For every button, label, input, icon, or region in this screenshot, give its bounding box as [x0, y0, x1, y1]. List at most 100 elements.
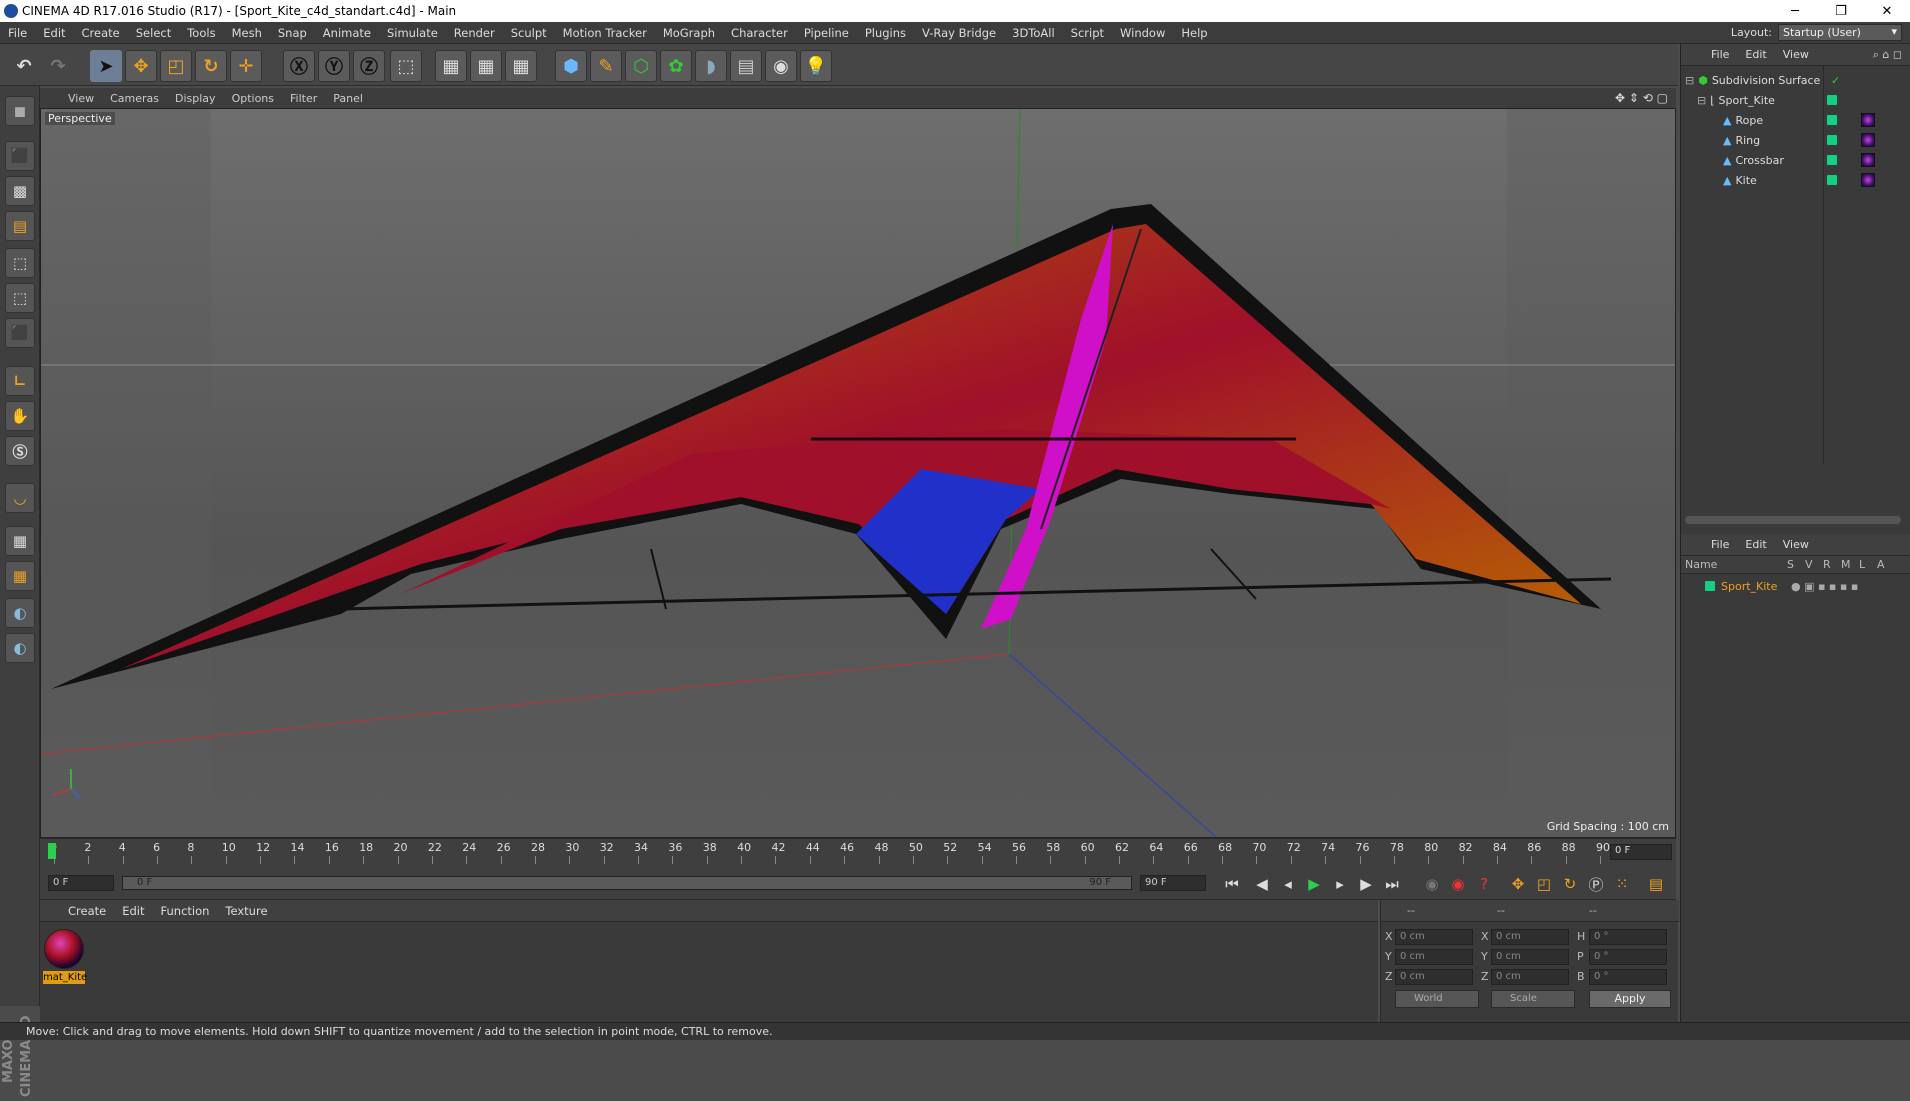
select-arrow-icon[interactable]: ➤ [90, 50, 122, 82]
menu-window[interactable]: Window [1112, 26, 1173, 40]
perspective-viewport[interactable]: Perspective Grid Spacing : 100 cm [40, 108, 1676, 838]
material-menu-texture[interactable]: Texture [217, 904, 275, 918]
material-swatch[interactable]: mat_Kite [43, 928, 87, 986]
menu-script[interactable]: Script [1063, 26, 1112, 40]
attribute-menu-file[interactable]: File [1703, 538, 1737, 551]
render-settings-icon[interactable]: ▦ [505, 50, 537, 82]
object-row-subdivision-surface[interactable]: ⊟ ⬢ Subdivision Surface ✓ [1681, 70, 1910, 90]
texture-mode-icon[interactable]: ▩ [5, 176, 35, 206]
minimize-icon[interactable]: ─ [1772, 0, 1818, 22]
make-editable-icon[interactable]: ◼ [5, 96, 35, 126]
key-scale-icon[interactable]: ◰ [1532, 872, 1556, 896]
rotation-p-field[interactable]: 0 ° [1589, 949, 1667, 965]
playhead-marker[interactable] [48, 843, 56, 859]
deformer-icon[interactable]: ◗ [695, 50, 727, 82]
lock-workplane-icon[interactable]: ▦ [5, 526, 35, 556]
object-row-crossbar[interactable]: ▲ Crossbar [1681, 150, 1910, 170]
next-key-icon[interactable]: ▶ [1354, 872, 1378, 896]
cube-primitive-icon[interactable]: ⬢ [555, 50, 587, 82]
timeline-ruler[interactable]: 0246810121416182022242628303234363840424… [40, 838, 1676, 866]
scale-tool-icon[interactable]: ◰ [160, 50, 192, 82]
solo-mode-icon[interactable]: Ⓢ [5, 436, 35, 466]
menu-pipeline[interactable]: Pipeline [796, 26, 857, 40]
redo-icon[interactable]: ↷ [42, 50, 74, 82]
layer-toggles-icon[interactable]: ● ▣ ▪ ▪ ▪ ▪ [1791, 580, 1858, 593]
timeline-window-icon[interactable]: ▤ [1644, 872, 1668, 896]
attribute-menu-edit[interactable]: Edit [1737, 538, 1774, 551]
x-axis-lock-icon[interactable]: Ⓧ [283, 50, 315, 82]
viewport-nav-icons[interactable]: ✥ ⇕ ⟲ ▢ [1615, 91, 1668, 105]
apply-button[interactable]: Apply [1589, 990, 1671, 1008]
end-frame-field[interactable]: 90 F [1140, 875, 1206, 891]
menu-file[interactable]: File [0, 26, 35, 40]
layout-dropdown[interactable]: Startup (User) [1778, 24, 1902, 41]
render-view-icon[interactable]: ▦ [435, 50, 467, 82]
viewport-menu-view[interactable]: View [60, 92, 102, 105]
go-to-start-icon[interactable]: ⏮ [1220, 872, 1244, 896]
python-script-icon[interactable]: ◐ [5, 598, 35, 628]
object-menu-file[interactable]: File [1703, 48, 1737, 61]
pen-spline-icon[interactable]: ✎ [590, 50, 622, 82]
menu-simulate[interactable]: Simulate [379, 26, 446, 40]
size-y-field[interactable]: 0 cm [1491, 949, 1569, 965]
layer-row-sport-kite[interactable]: Sport_Kite ● ▣ ▪ ▪ ▪ ▪ [1681, 576, 1910, 596]
current-frame-field[interactable]: 0 F [1610, 844, 1672, 860]
keyframe-selection-icon[interactable]: ? [1472, 872, 1496, 896]
object-row-kite[interactable]: ▲ Kite [1681, 170, 1910, 190]
frame-range-slider[interactable]: 0 F 90 F [122, 876, 1132, 890]
menu-character[interactable]: Character [723, 26, 796, 40]
key-rotation-icon[interactable]: ↻ [1558, 872, 1582, 896]
cloner-icon[interactable]: ✿ [660, 50, 692, 82]
key-parameter-icon[interactable]: Ⓟ [1584, 872, 1608, 896]
material-menu-create[interactable]: Create [60, 904, 114, 918]
size-x-field[interactable]: 0 cm [1491, 929, 1569, 945]
edges-mode-icon[interactable]: ⬚ [5, 283, 35, 313]
light-icon[interactable]: 💡 [800, 50, 832, 82]
menu-plugins[interactable]: Plugins [857, 26, 914, 40]
menu-3dtoall[interactable]: 3DToAll [1004, 26, 1063, 40]
collapse-icon[interactable]: ⊟ [1685, 74, 1694, 87]
render-picture-viewer-icon[interactable]: ▦ [470, 50, 502, 82]
menu-mesh[interactable]: Mesh [224, 26, 270, 40]
key-position-icon[interactable]: ✥ [1506, 872, 1530, 896]
menu-select[interactable]: Select [128, 26, 179, 40]
enabled-check-icon[interactable]: ✓ [1831, 74, 1840, 87]
python-script-2-icon[interactable]: ◐ [5, 633, 35, 663]
menu-tools[interactable]: Tools [179, 26, 223, 40]
viewport-menu-cameras[interactable]: Cameras [102, 92, 167, 105]
material-menu-function[interactable]: Function [153, 904, 218, 918]
autokey-icon[interactable]: ◉ [1446, 872, 1470, 896]
position-z-field[interactable]: 0 cm [1395, 969, 1473, 985]
coordinate-system-icon[interactable]: ⬚ [390, 50, 422, 82]
undo-icon[interactable]: ↶ [8, 50, 40, 82]
viewport-menu-display[interactable]: Display [167, 92, 224, 105]
menu-mograph[interactable]: MoGraph [655, 26, 723, 40]
object-row-sport-kite[interactable]: ⊟ ⌊ Sport_Kite [1681, 90, 1910, 110]
workplane-icon[interactable]: ▤ [5, 211, 35, 241]
menu-render[interactable]: Render [446, 26, 503, 40]
snap-magnet-icon[interactable]: ◡ [5, 483, 35, 513]
object-manager-tools-icon[interactable]: ⌕ ⌂ ◻ [1873, 48, 1902, 62]
next-frame-icon[interactable]: ▸ [1328, 872, 1352, 896]
polygons-mode-icon[interactable]: ⬛ [5, 318, 35, 348]
material-tag-icon[interactable] [1861, 133, 1875, 147]
menu-sculpt[interactable]: Sculpt [503, 26, 555, 40]
live-selection-icon[interactable]: ✛ [230, 50, 262, 82]
axis-mode-icon[interactable]: ∟ [5, 366, 35, 396]
menu-help[interactable]: Help [1173, 26, 1215, 40]
material-tag-icon[interactable] [1861, 153, 1875, 167]
rotation-b-field[interactable]: 0 ° [1589, 969, 1667, 985]
menu-create[interactable]: Create [74, 26, 128, 40]
material-tag-icon[interactable] [1861, 113, 1875, 127]
size-mode-dropdown[interactable]: Scale [1491, 990, 1575, 1008]
y-axis-lock-icon[interactable]: Ⓨ [318, 50, 350, 82]
object-menu-edit[interactable]: Edit [1737, 48, 1774, 61]
size-z-field[interactable]: 0 cm [1491, 969, 1569, 985]
previous-key-icon[interactable]: ◀ [1250, 872, 1274, 896]
menu-vray-bridge[interactable]: V-Ray Bridge [914, 26, 1004, 40]
menu-animate[interactable]: Animate [315, 26, 379, 40]
material-menu-edit[interactable]: Edit [114, 904, 152, 918]
close-icon[interactable]: ✕ [1864, 0, 1910, 22]
object-row-rope[interactable]: ▲ Rope [1681, 110, 1910, 130]
coordinate-space-dropdown[interactable]: World [1395, 990, 1479, 1008]
